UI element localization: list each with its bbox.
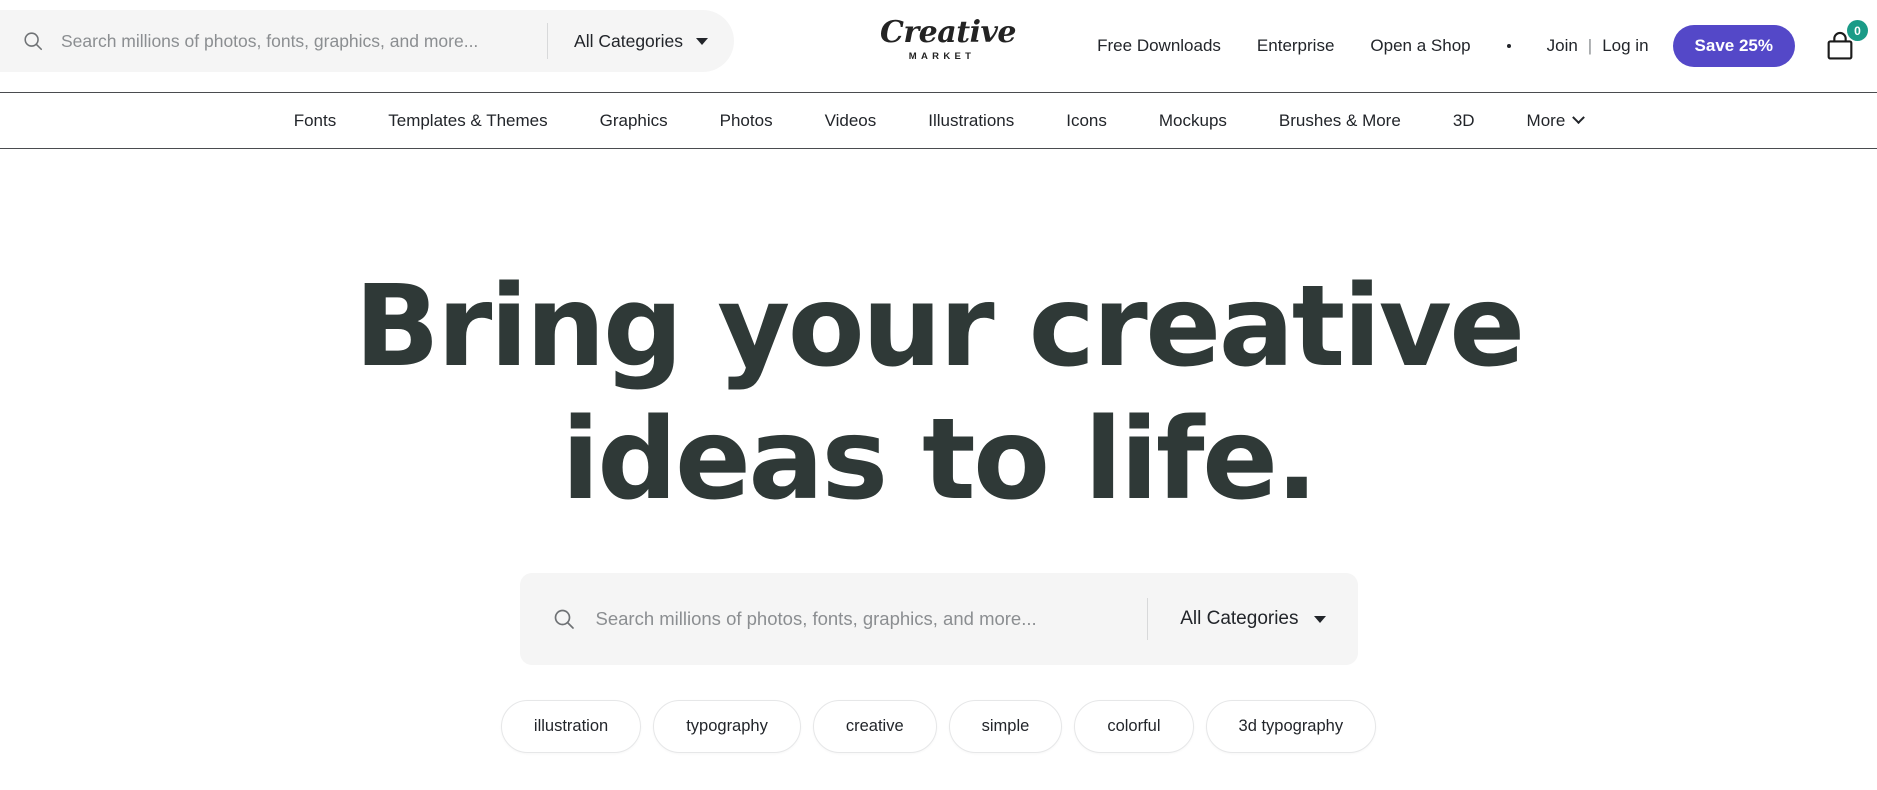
tag-3d-typography[interactable]: 3d typography — [1205, 700, 1377, 753]
join-link[interactable]: Join — [1547, 36, 1578, 56]
header-category-label: All Categories — [574, 30, 683, 51]
hero-headline-line-1: Bring your creative — [354, 262, 1525, 392]
header-auth-group: Join | Log in — [1547, 36, 1649, 56]
tag-illustration[interactable]: illustration — [500, 700, 642, 753]
nav-item-more-label: More — [1526, 110, 1566, 130]
hero-category-label: All Categories — [1180, 608, 1299, 629]
tag-creative[interactable]: creative — [812, 700, 937, 753]
suggested-tags-row: illustration typography creative simple … — [500, 700, 1377, 753]
nav-item-icons[interactable]: Icons — [1040, 111, 1133, 131]
logo-wordmark: Creative — [880, 15, 1016, 50]
cart-button[interactable]: 0 — [1823, 20, 1868, 63]
hero-headline: Bring your creative ideas to life. — [354, 261, 1525, 527]
creative-market-logo[interactable]: Creative MARKET — [880, 15, 1016, 62]
header-link-open-a-shop[interactable]: Open a Shop — [1370, 36, 1470, 56]
hero-category-dropdown[interactable]: All Categories — [1148, 573, 1357, 665]
header-right-nav: Free Downloads Enterprise Open a Shop Jo… — [1097, 0, 1877, 92]
nav-item-graphics[interactable]: Graphics — [574, 111, 694, 131]
header-link-free-downloads[interactable]: Free Downloads — [1097, 36, 1221, 56]
nav-item-more[interactable]: More — [1501, 111, 1610, 131]
nav-item-templates-themes[interactable]: Templates & Themes — [362, 111, 573, 131]
search-icon — [552, 607, 576, 631]
header-search-input[interactable] — [61, 10, 548, 72]
nav-item-mockups[interactable]: Mockups — [1133, 111, 1253, 131]
hero-search-input[interactable] — [595, 573, 1148, 665]
search-icon — [22, 30, 44, 52]
save-25-percent-button[interactable]: Save 25% — [1672, 25, 1795, 67]
tag-typography[interactable]: typography — [653, 700, 801, 753]
hero-search-bar[interactable]: All Categories — [519, 573, 1358, 665]
header-category-dropdown[interactable]: All Categories — [548, 10, 734, 72]
login-link[interactable]: Log in — [1602, 36, 1648, 56]
logo-subtitle: MARKET — [908, 51, 976, 62]
chevron-down-icon — [1313, 615, 1326, 623]
top-header-bar: All Categories Creative MARKET Free Down… — [0, 0, 1877, 92]
category-nav: Fonts Templates & Themes Graphics Photos… — [0, 92, 1877, 149]
nav-item-brushes-more[interactable]: Brushes & More — [1253, 111, 1427, 131]
tag-simple[interactable]: simple — [948, 700, 1063, 753]
nav-item-videos[interactable]: Videos — [799, 111, 903, 131]
nav-item-illustrations[interactable]: Illustrations — [902, 111, 1040, 131]
tag-colorful[interactable]: colorful — [1074, 700, 1194, 753]
hero-section: Bring your creative ideas to life. All C… — [0, 149, 1877, 753]
nav-item-fonts[interactable]: Fonts — [268, 111, 363, 131]
nav-item-3d[interactable]: 3D — [1427, 111, 1501, 131]
nav-item-photos[interactable]: Photos — [694, 111, 799, 131]
header-search-bar[interactable]: All Categories — [0, 10, 734, 72]
chevron-down-icon — [696, 37, 708, 45]
cart-count-badge: 0 — [1847, 20, 1868, 41]
header-separator-dot — [1506, 44, 1511, 48]
chevron-down-icon — [1572, 111, 1586, 125]
header-link-enterprise[interactable]: Enterprise — [1257, 36, 1334, 56]
hero-headline-line-2: ideas to life. — [561, 395, 1318, 525]
auth-separator: | — [1587, 36, 1593, 55]
